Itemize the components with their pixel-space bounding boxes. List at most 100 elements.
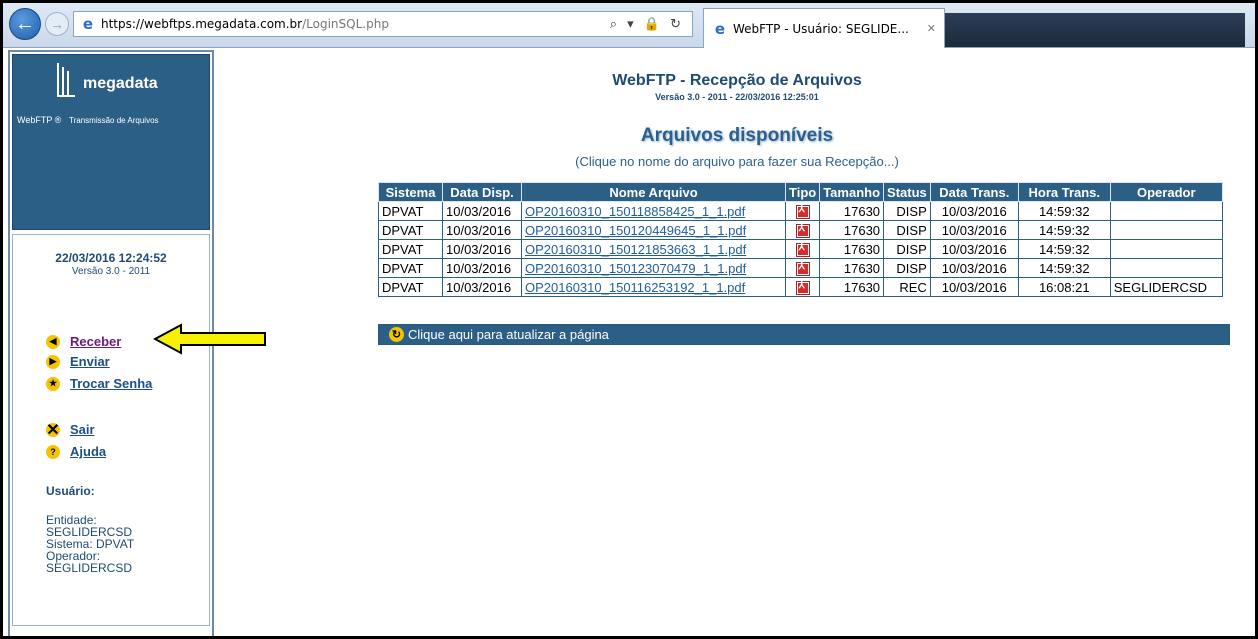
column-header-hora-trans: Hora Trans.	[1017, 182, 1111, 202]
tamanho-cell: 17630	[819, 239, 885, 259]
forward-arrow-icon: →	[50, 16, 64, 32]
main-content: WebFTP - Recepção de Arquivos Versão 3.0…	[217, 50, 1255, 636]
data-disp-cell: 10/03/2016	[442, 277, 522, 297]
tamanho-cell: 17630	[819, 277, 885, 297]
tipo-cell: ⅄	[784, 258, 821, 278]
refresh-icon[interactable]: ↻	[389, 327, 404, 342]
sistema-cell: DPVAT	[378, 239, 443, 259]
arrow-right-icon: ▶	[46, 354, 60, 369]
user-heading: Usuário:	[46, 484, 95, 498]
menu-item-receber[interactable]: ◀ Receber	[46, 334, 121, 349]
screenshot-frame: ← → e https://webftps.megadata.com.br/Lo…	[0, 0, 1258, 639]
file-link[interactable]: OP20160310_150123070479_1_1.pdf	[525, 261, 746, 276]
column-header-tamanho: Tamanho	[819, 182, 885, 202]
tamanho-cell: 17630	[819, 258, 885, 278]
data-trans-cell: 10/03/2016	[929, 220, 1019, 240]
operador-cell	[1109, 258, 1223, 278]
menu-link-receber[interactable]: Receber	[70, 334, 121, 349]
data-disp-cell: 10/03/2016	[442, 201, 522, 221]
nome-arquivo-cell: OP20160310_150121853663_1_1.pdf	[521, 239, 786, 259]
pdf-icon: ⅄	[795, 261, 810, 276]
address-tools-icons[interactable]: ⌕ ▾ 🔒 ↻	[610, 17, 684, 32]
tamanho-cell: 17630	[819, 201, 885, 221]
operador-cell: SEGLIDERCSD	[1109, 277, 1223, 297]
files-table: Sistema Data Disp. Nome Arquivo Tipo Tamanho…	[378, 182, 1223, 297]
table-row: DPVAT 10/03/2016 OP20160310_150116253192_1…	[378, 277, 1223, 297]
table-row: DPVAT 10/03/2016 OP20160310_150123070479_1…	[378, 258, 1223, 278]
status-cell: REC	[883, 277, 931, 297]
menu-item-ajuda[interactable]: ? Ajuda	[46, 444, 106, 459]
menu-link-trocar-senha[interactable]: Trocar Senha	[70, 376, 152, 391]
file-link[interactable]: OP20160310_150116253192_1_1.pdf	[525, 280, 745, 295]
refresh-link[interactable]: Clique aqui para atualizar a página	[408, 327, 609, 342]
file-link[interactable]: OP20160310_150121853663_1_1.pdf	[525, 242, 746, 257]
tipo-cell: ⅄	[784, 239, 821, 259]
tab-strip-empty	[945, 13, 1245, 47]
sistema-cell: DPVAT	[378, 220, 443, 240]
menu-item-trocar-senha[interactable]: ★ Trocar Senha	[46, 376, 152, 391]
data-trans-cell: 10/03/2016	[929, 277, 1019, 297]
status-cell: DISP	[883, 220, 931, 240]
logo-name: megadata	[83, 75, 158, 92]
column-header-nome-arquivo: Nome Arquivo	[521, 182, 786, 202]
menu-link-enviar[interactable]: Enviar	[70, 354, 110, 369]
hora-trans-cell: 14:59:32	[1017, 220, 1111, 240]
url-host: https://webftps.megadata.com.br	[101, 17, 303, 31]
user-operator-value: SEGLIDERCSD	[46, 561, 133, 575]
version-label: Versão 3.0 - 2011	[71, 266, 151, 277]
tipo-cell: ⅄	[784, 201, 821, 221]
hora-trans-cell: 14:59:32	[1017, 239, 1111, 259]
files-heading: Arquivos disponíveis	[640, 125, 834, 146]
hora-trans-cell: 14:59:32	[1017, 258, 1111, 278]
nome-arquivo-cell: OP20160310_150116253192_1_1.pdf	[521, 277, 786, 297]
address-bar[interactable]: e https://webftps.megadata.com.br/LoginS…	[73, 11, 693, 37]
pdf-icon: ⅄	[795, 280, 810, 295]
nome-arquivo-cell: OP20160310_150118858425_1_1.pdf	[521, 201, 786, 221]
tab-close-icon[interactable]: ✕	[927, 22, 936, 35]
data-disp-cell: 10/03/2016	[442, 239, 522, 259]
table-header-row: Sistema Data Disp. Nome Arquivo Tipo Tamanho…	[378, 182, 1223, 202]
exit-icon: ✕	[46, 421, 60, 439]
menu-item-enviar[interactable]: ▶ Enviar	[46, 354, 110, 369]
megadata-logo-icon	[57, 63, 79, 99]
sistema-cell: DPVAT	[378, 258, 443, 278]
pdf-icon: ⅄	[795, 223, 810, 238]
refresh-bar: ↻ Clique aqui para atualizar a página	[378, 324, 1230, 345]
browser-toolbar: ← → e https://webftps.megadata.com.br/Lo…	[3, 3, 1255, 48]
file-link[interactable]: OP20160310_150118858425_1_1.pdf	[525, 204, 745, 219]
nome-arquivo-cell: OP20160310_150120449645_1_1.pdf	[521, 220, 786, 240]
ie-page-icon: e	[82, 15, 94, 33]
back-arrow-icon: ←	[15, 12, 35, 35]
page-subtitle: Versão 3.0 - 2011 - 22/03/2016 12:25:01	[655, 92, 819, 102]
sistema-cell: DPVAT	[378, 277, 443, 297]
forward-button[interactable]: →	[45, 12, 69, 36]
file-link[interactable]: OP20160310_150120449645_1_1.pdf	[525, 223, 746, 238]
menu-link-sair[interactable]: Sair	[70, 422, 95, 437]
data-disp-cell: 10/03/2016	[442, 258, 522, 278]
table-row: DPVAT 10/03/2016 OP20160310_150118858425_1…	[378, 201, 1223, 221]
hora-trans-cell: 14:59:32	[1017, 201, 1111, 221]
star-icon: ★	[46, 376, 60, 391]
column-header-tipo: Tipo	[784, 182, 821, 202]
status-cell: DISP	[883, 258, 931, 278]
browser-tab[interactable]: e WebFTP - Usuário: SEGLIDE... ✕	[703, 8, 945, 48]
column-header-operador: Operador	[1109, 182, 1223, 202]
column-header-data-disp: Data Disp.	[442, 182, 522, 202]
sistema-cell: DPVAT	[378, 201, 443, 221]
arrow-left-icon: ◀	[46, 334, 60, 349]
menu-link-ajuda[interactable]: Ajuda	[70, 444, 106, 459]
operador-cell	[1109, 220, 1223, 240]
logo-tagline-product: WebFTP ®	[17, 115, 62, 125]
tipo-cell: ⅄	[784, 220, 821, 240]
column-header-status: Status	[883, 182, 931, 202]
hora-trans-cell: 16:08:21	[1017, 277, 1111, 297]
menu-item-sair[interactable]: ✕ Sair	[46, 421, 95, 439]
table-row: DPVAT 10/03/2016 OP20160310_150120449645_1…	[378, 220, 1223, 240]
files-hint: (Clique no nome do arquivo para fazer su…	[575, 154, 899, 169]
status-cell: DISP	[883, 239, 931, 259]
pdf-icon: ⅄	[795, 242, 810, 257]
current-datetime: 22/03/2016 12:24:52	[55, 251, 167, 265]
back-button[interactable]: ←	[9, 8, 41, 40]
ie-tab-icon: e	[714, 19, 726, 38]
status-cell: DISP	[883, 201, 931, 221]
